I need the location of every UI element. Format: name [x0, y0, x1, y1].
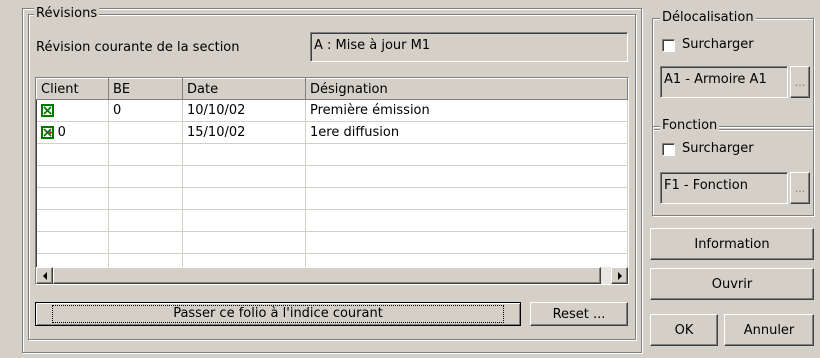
fonction-override-label[interactable]: Surcharger [682, 140, 754, 158]
ouvrir-button[interactable]: Ouvrir [650, 268, 814, 300]
table-row [36, 165, 628, 188]
revisions-table: Client BE Date Désignation 0 10/10/02 Pr… [36, 78, 628, 276]
annuler-button[interactable]: Annuler [724, 314, 814, 346]
delocalisation-browse-label: ... [794, 75, 806, 89]
date-cell[interactable]: 10/10/02 [182, 99, 306, 122]
be-cell[interactable] [108, 121, 183, 144]
scroll-thumb[interactable] [53, 267, 601, 284]
current-revision-label: Révision courante de la section [36, 40, 240, 55]
green-check-icon [40, 126, 54, 139]
fonction-browse-button[interactable]: ... [790, 172, 810, 204]
column-header-be[interactable]: BE [108, 78, 183, 100]
table-row [36, 187, 628, 210]
ok-button[interactable]: OK [650, 314, 718, 346]
delocalisation-override-label[interactable]: Surcharger [682, 36, 754, 54]
date-cell[interactable]: 15/10/02 [182, 121, 306, 144]
scroll-left-button[interactable] [36, 267, 53, 284]
delocalisation-override-checkbox[interactable] [662, 39, 675, 52]
green-check-icon [40, 104, 54, 117]
horizontal-scrollbar[interactable] [36, 267, 628, 284]
fonction-override-checkbox[interactable] [662, 143, 675, 156]
fonction-browse-label: ... [794, 181, 806, 195]
fonction-field[interactable]: F1 - Fonction [660, 172, 788, 204]
designation-cell[interactable]: Première émission [305, 99, 628, 122]
table-header-row: Client BE Date Désignation [36, 78, 628, 100]
revisions-grid[interactable]: Client BE Date Désignation 0 10/10/02 Pr… [35, 77, 629, 285]
table-row[interactable]: 0 15/10/02 1ere diffusion [36, 121, 628, 144]
apply-index-button[interactable]: Passer ce folio à l'indice courant [35, 302, 521, 326]
scroll-right-icon [617, 271, 622, 280]
client-value: 0 [57, 125, 66, 140]
scroll-right-button[interactable] [611, 267, 628, 284]
delocalisation-field[interactable]: A1 - Armoire A1 [660, 66, 788, 98]
be-cell[interactable]: 0 [108, 99, 183, 122]
column-header-date[interactable]: Date [182, 78, 306, 100]
fonction-legend: Fonction [660, 118, 720, 133]
client-cell[interactable] [36, 99, 109, 122]
table-row [36, 143, 628, 166]
scroll-left-icon [42, 271, 47, 280]
information-button[interactable]: Information [650, 228, 814, 260]
current-revision-field: A : Mise à jour M1 [310, 32, 628, 62]
designation-cell[interactable]: 1ere diffusion [305, 121, 628, 144]
column-header-designation[interactable]: Désignation [305, 78, 628, 100]
column-header-client[interactable]: Client [36, 78, 109, 100]
table-row[interactable]: 0 10/10/02 Première émission [36, 99, 628, 122]
client-cell[interactable]: 0 [36, 121, 109, 144]
delocalisation-browse-button[interactable]: ... [790, 66, 810, 98]
table-row [36, 231, 628, 254]
table-row [36, 209, 628, 232]
reset-button[interactable]: Reset ... [530, 302, 628, 326]
apply-index-label: Passer ce folio à l'indice courant [52, 305, 504, 323]
revisions-legend: Révisions [34, 6, 100, 21]
delocalisation-legend: Délocalisation [660, 10, 756, 25]
